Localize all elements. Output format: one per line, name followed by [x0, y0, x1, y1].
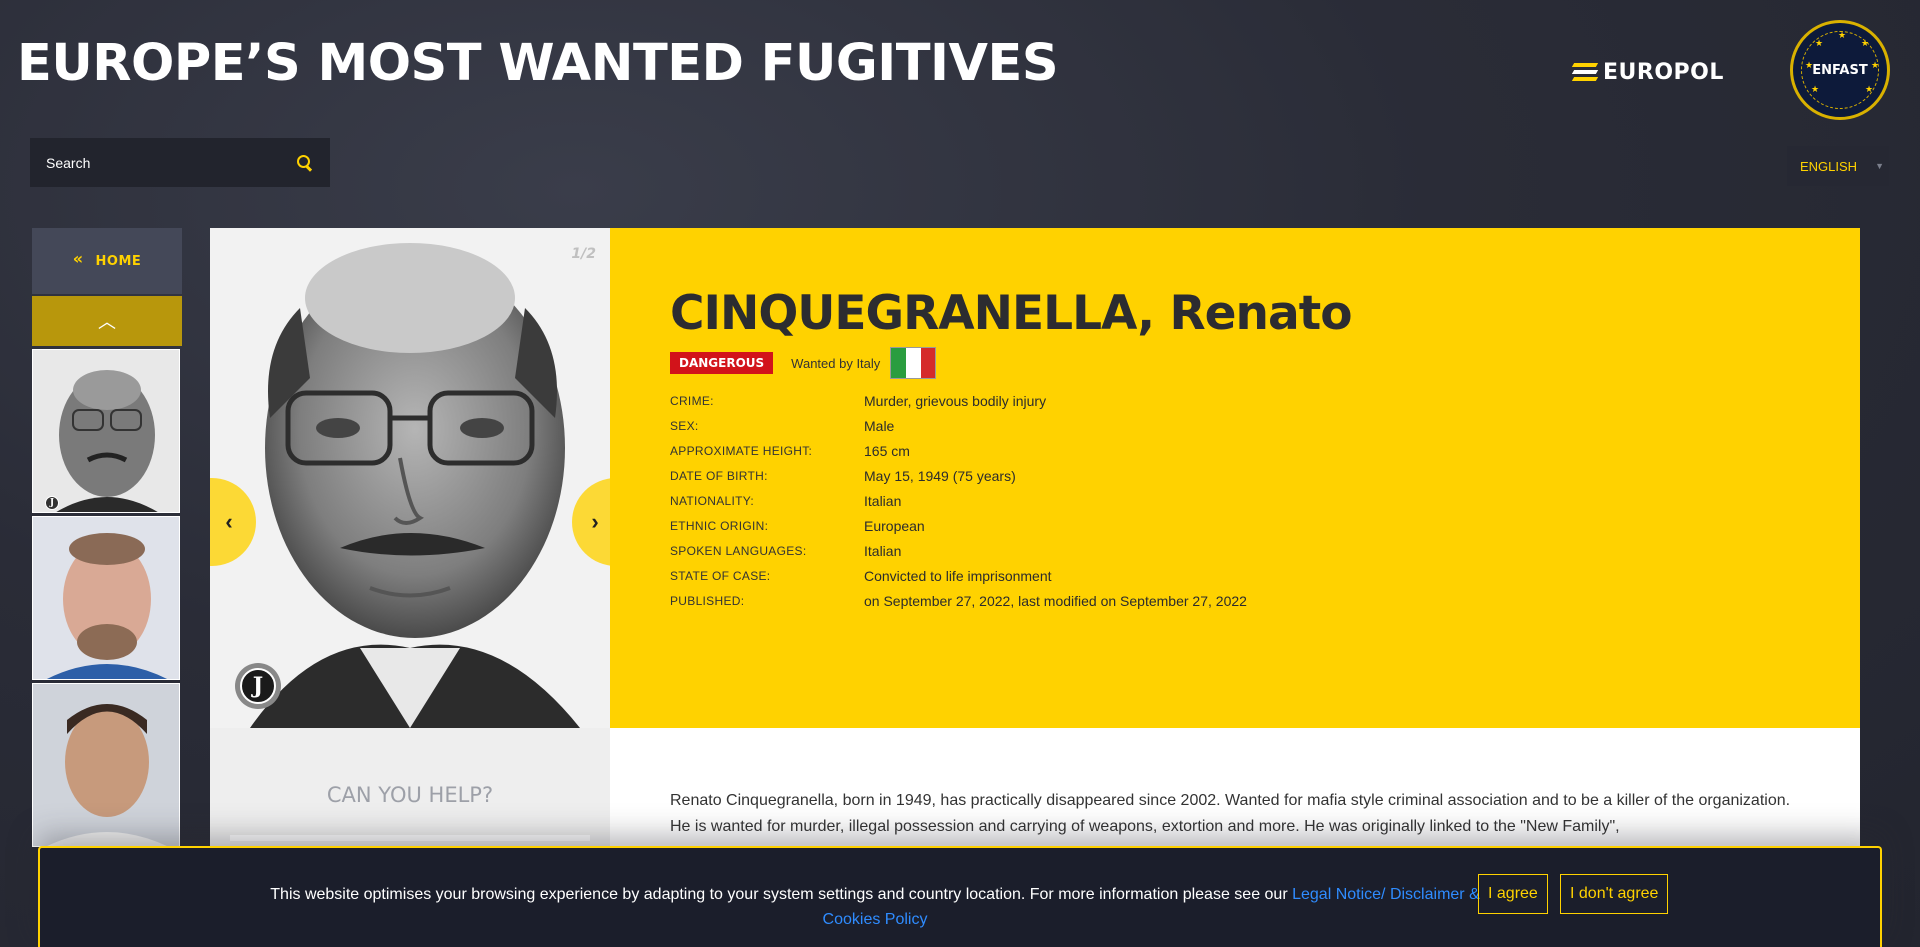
language-selected: ENGLISH	[1800, 158, 1858, 174]
cookie-banner: This website optimises your browsing exp…	[38, 846, 1882, 947]
flag-stripe-white	[905, 348, 921, 378]
enfast-logo[interactable]: ★ ★ ★ ★ ★ ★ ★ ENFAST	[1790, 20, 1890, 120]
details-list: CRIME: Murder, grievous bodily injury SEX:…	[670, 393, 1470, 609]
caret-down-icon: ▼	[1875, 161, 1884, 171]
detail-value: 165 cm	[864, 443, 910, 459]
portrait-main	[210, 228, 610, 728]
photo-counter: 1/2	[571, 246, 596, 262]
search-input[interactable]	[46, 154, 296, 171]
flag-stripe-red	[920, 348, 936, 378]
europol-mark-icon	[1571, 63, 1599, 81]
detail-label: SEX:	[670, 419, 699, 433]
detail-value: Male	[864, 418, 895, 434]
detail-label: DATE OF BIRTH:	[670, 469, 768, 483]
main-photo: 1/2 ‹ › J	[210, 228, 610, 728]
detail-value: European	[864, 518, 925, 534]
flag-stripe-green	[891, 348, 906, 378]
info-panel: CINQUEGRANELLA, Renato DANGEROUS Wanted …	[610, 228, 1860, 728]
scroll-up-button[interactable]: ︿	[32, 296, 182, 346]
detail-value: Murder, grievous bodily injury	[864, 393, 1047, 409]
thumbnail-fugitive-2[interactable]	[32, 516, 180, 680]
detail-label: STATE OF CASE:	[670, 569, 771, 583]
stars-icon: ★ ★ ★ ★ ★ ★ ★	[1805, 31, 1880, 95]
site-title: EUROPE’S MOST WANTED FUGITIVES	[17, 34, 1059, 93]
italy-flag-icon	[890, 347, 937, 379]
language-select[interactable]: ENGLISH ▼	[1787, 146, 1889, 186]
chevron-up-icon: ︿	[98, 312, 116, 332]
detail-value: Italian	[864, 543, 902, 559]
sidebar: « HOME ︿ J	[32, 228, 182, 847]
detail-label: SPOKEN LANGUAGES:	[670, 544, 807, 558]
detail-label: APPROXIMATE HEIGHT:	[670, 444, 813, 458]
j-badge: J	[235, 663, 281, 709]
thumbnail-cinquegranella[interactable]: J	[32, 349, 180, 513]
detail-label: CRIME:	[670, 394, 714, 408]
chevron-left-icon: ‹	[225, 509, 233, 534]
danger-badge: DANGEROUS	[670, 352, 774, 374]
detail-value: on September 27, 2022, last modified on …	[864, 593, 1247, 609]
detail-label: NATIONALITY:	[670, 494, 755, 508]
portrait-thumb-1	[33, 350, 179, 512]
thumbnail-fugitive-3[interactable]	[32, 683, 180, 847]
detail-value: May 15, 1949 (75 years)	[864, 468, 1016, 484]
j-badge-icon: J	[45, 496, 59, 510]
home-label: HOME	[95, 253, 142, 269]
cookie-message: This website optimises your browsing exp…	[270, 886, 1293, 903]
detail-label: ETHNIC ORIGIN:	[670, 519, 769, 533]
wanted-by-text: Wanted by Italy	[791, 355, 881, 371]
tags-row: DANGEROUS Wanted by Italy	[670, 347, 937, 379]
can-you-help-title: CAN YOU HELP?	[326, 783, 494, 807]
search-box	[30, 138, 330, 187]
chevron-right-icon: ›	[591, 509, 599, 534]
home-button[interactable]: « HOME	[32, 228, 182, 294]
agree-button[interactable]: I agree	[1478, 874, 1548, 914]
disagree-button[interactable]: I don't agree	[1560, 874, 1669, 914]
help-form-field[interactable]	[230, 835, 590, 841]
j-badge-letter: J	[240, 668, 276, 704]
europol-logo[interactable]: EUROPOL	[1571, 58, 1748, 86]
europol-logo-text: EUROPOL	[1603, 59, 1724, 85]
fugitive-description: Renato Cinquegranella, born in 1949, has…	[670, 792, 1791, 835]
portrait-thumb-3	[33, 684, 179, 846]
fugitive-name: CINQUEGRANELLA, Renato	[670, 286, 1352, 341]
portrait-thumb-2	[33, 517, 179, 679]
double-chevron-left-icon: «	[72, 248, 84, 268]
detail-value: Italian	[864, 493, 902, 509]
search-icon[interactable]	[296, 154, 314, 172]
wanted-by: Wanted by Italy	[791, 347, 937, 379]
detail-value: Convicted to life imprisonment	[864, 568, 1052, 584]
cookie-text: This website optimises your browsing exp…	[250, 882, 1500, 932]
detail-label: PUBLISHED:	[670, 594, 745, 608]
